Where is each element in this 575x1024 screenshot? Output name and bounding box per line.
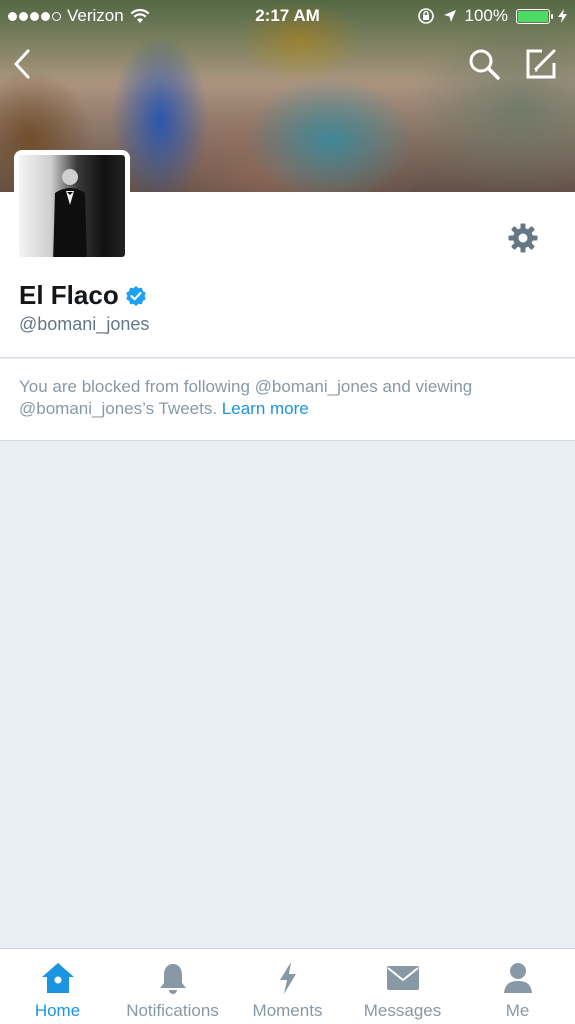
rotation-lock-icon	[417, 8, 434, 24]
bell-icon	[159, 964, 186, 994]
compose-icon	[526, 49, 556, 79]
tab-notifications[interactable]: Notifications	[115, 949, 230, 1024]
battery-level-fill	[518, 10, 548, 22]
display-name: El Flaco	[19, 280, 119, 310]
tab-me[interactable]: Me	[460, 949, 575, 1024]
wifi-icon	[130, 8, 150, 23]
person-icon	[503, 963, 532, 993]
tab-label: Me	[505, 1001, 530, 1020]
chevron-left-icon	[14, 49, 30, 79]
tab-messages[interactable]: Messages	[345, 949, 460, 1024]
battery-percent: 100%	[464, 6, 508, 25]
profile-header: El Flaco @bomani_jones	[0, 150, 575, 358]
tab-label: Notifications	[126, 1001, 219, 1020]
home-icon	[41, 963, 74, 993]
settings-button[interactable]	[501, 216, 545, 260]
learn-more-link[interactable]: Learn more	[222, 399, 309, 418]
tab-label: Home	[34, 1001, 81, 1020]
avatar-person-silhouette	[53, 169, 87, 257]
tab-home[interactable]: Home	[0, 949, 115, 1024]
gear-icon	[508, 223, 538, 253]
signal-strength-icon	[8, 11, 61, 21]
profile-handle: @bomani_jones	[19, 314, 150, 334]
back-button[interactable]	[0, 42, 44, 86]
tab-moments[interactable]: Moments	[230, 949, 345, 1024]
charging-bolt-icon	[558, 9, 567, 23]
lightning-icon	[279, 962, 296, 994]
verified-badge-icon	[125, 285, 146, 306]
carrier-name: Verizon	[67, 6, 124, 25]
search-icon	[469, 49, 500, 80]
search-button[interactable]	[462, 42, 506, 86]
tab-label: Messages	[363, 1001, 442, 1020]
tab-label: Moments	[252, 1001, 323, 1020]
battery-icon	[516, 8, 553, 24]
compose-tweet-button[interactable]	[519, 42, 563, 86]
bottom-tab-bar: Home Notifications Moments Messages Me	[0, 948, 575, 1024]
envelope-icon	[386, 966, 419, 990]
profile-avatar[interactable]	[14, 150, 130, 262]
status-bar: Verizon 2:17 AM 100%	[0, 0, 575, 32]
location-arrow-icon	[443, 10, 456, 22]
blocked-notice: You are blocked from following @bomani_j…	[0, 359, 575, 441]
